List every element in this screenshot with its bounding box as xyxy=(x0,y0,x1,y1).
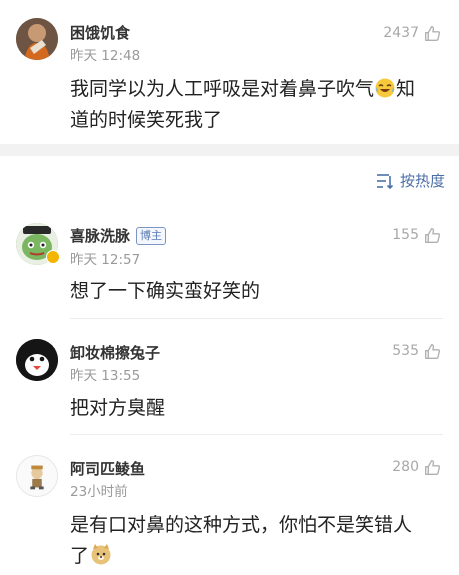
comment-item: 卸妆棉擦兔子 昨天 13:55 535 把对方臭醒 xyxy=(0,328,459,434)
comment-text-line: 道的时候笑死我了 xyxy=(70,109,223,131)
author-badge: 博主 xyxy=(136,227,167,245)
avatar-image xyxy=(16,339,58,381)
comment-item: 阿司匹鲮鱼 23小时前 280 是有口对鼻的这种方式，你怕不是笑错人 了 xyxy=(0,444,459,575)
username[interactable]: 困饿饥食 xyxy=(70,22,130,43)
comment-text-line: 知 xyxy=(396,78,416,100)
avatar[interactable] xyxy=(16,18,58,60)
username[interactable]: 喜脉洗脉 博主 xyxy=(70,225,167,246)
comment-text: 想了一下确实蛮好笑的 xyxy=(70,280,261,302)
comment-text: 我同学以为人工呼吸是对着鼻子吹气知 道的时候笑死我了 xyxy=(70,74,443,136)
comment-divider xyxy=(70,318,443,319)
comment-text-line: 是有口对鼻的这种方式，你怕不是笑错人 xyxy=(70,514,413,536)
like-count: 155 xyxy=(392,227,419,243)
sort-label: 按热度 xyxy=(399,172,445,190)
comment-text: 把对方臭醒 xyxy=(70,397,166,419)
comment-text: 是有口对鼻的这种方式，你怕不是笑错人 了 xyxy=(70,510,443,572)
section-divider xyxy=(0,144,459,156)
thumbs-up-icon xyxy=(425,343,441,359)
like-button[interactable]: 280 xyxy=(392,456,441,478)
comment-text-line: 了 xyxy=(70,545,90,567)
thumbs-up-icon xyxy=(425,459,441,475)
doge-emoji-icon xyxy=(90,543,111,565)
like-button[interactable]: 2437 xyxy=(383,22,441,44)
like-count: 2437 xyxy=(383,25,419,41)
avatar-image xyxy=(17,456,57,496)
timestamp: 昨天 12:48 xyxy=(70,48,141,64)
username[interactable]: 阿司匹鲮鱼 xyxy=(70,458,145,479)
like-count: 280 xyxy=(392,459,419,475)
sort-icon xyxy=(376,173,394,189)
username-text: 喜脉洗脉 xyxy=(70,227,131,245)
thumbs-up-icon xyxy=(425,25,441,41)
timestamp: 23小时前 xyxy=(70,484,128,500)
avatar-image xyxy=(16,18,58,60)
comment-divider xyxy=(70,434,443,435)
username[interactable]: 卸妆棉擦兔子 xyxy=(70,342,160,363)
like-count: 535 xyxy=(392,343,419,359)
like-button[interactable]: 535 xyxy=(392,340,441,362)
comment-item: 喜脉洗脉 博主 昨天 12:57 155 想了一下确实蛮好笑的 xyxy=(0,210,459,318)
verified-badge-icon xyxy=(46,250,60,264)
thumbs-up-icon xyxy=(425,227,441,243)
sort-by-hot-button[interactable]: 按热度 xyxy=(376,170,445,191)
comment-item: 困饿饥食 昨天 12:48 2437 我同学以为人工呼吸是对着鼻子吹气知 道的时… xyxy=(0,0,459,144)
comment-text-line: 我同学以为人工呼吸是对着鼻子吹气 xyxy=(70,78,375,100)
laughing-tears-emoji-icon xyxy=(375,77,395,98)
timestamp: 昨天 13:55 xyxy=(70,368,141,384)
timestamp: 昨天 12:57 xyxy=(70,252,141,268)
avatar[interactable] xyxy=(16,455,58,497)
like-button[interactable]: 155 xyxy=(392,224,441,246)
avatar[interactable] xyxy=(16,339,58,381)
